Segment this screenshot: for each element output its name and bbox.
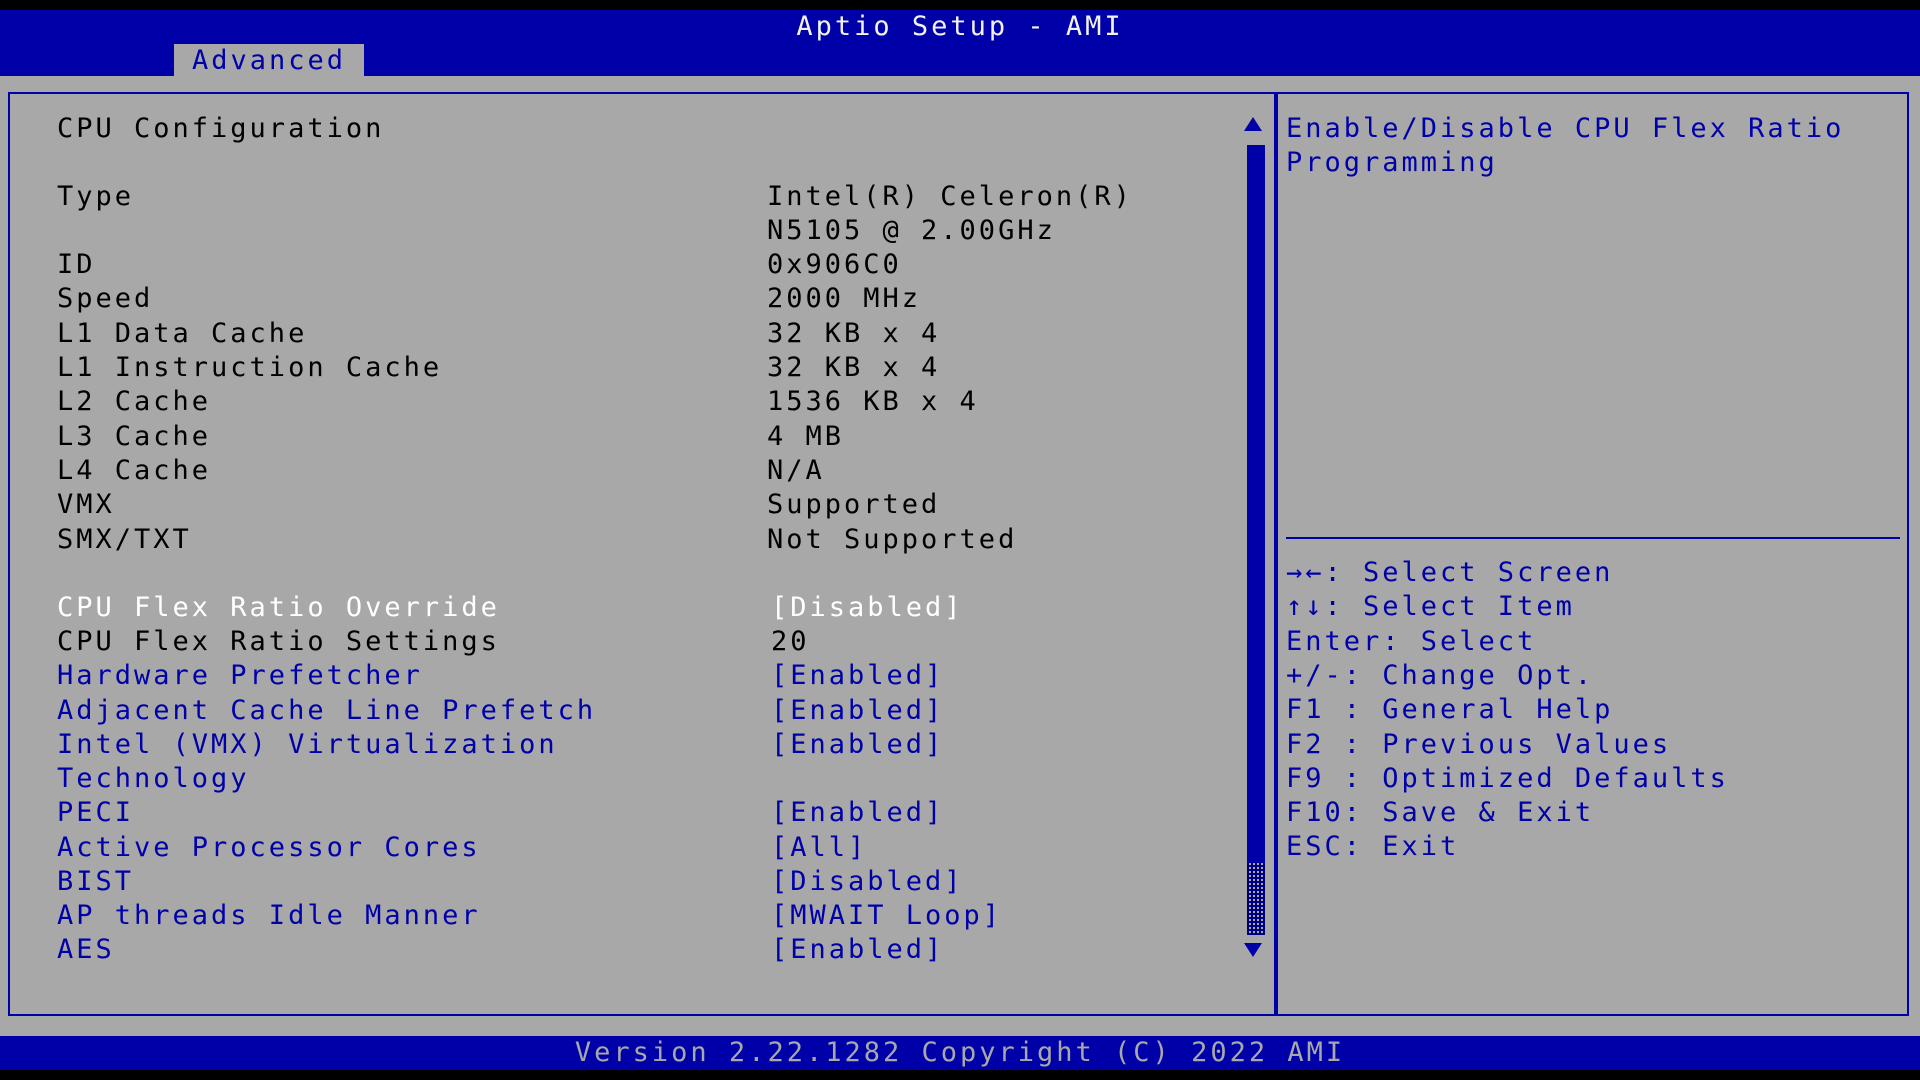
info-label-speed: Speed (57, 283, 154, 314)
info-label-smx-txt: SMX/TXT (57, 524, 192, 555)
status-bar: Version 2.22.1282 Copyright (C) 2022 AMI (0, 1036, 1920, 1070)
option-adjacent-cache-line-prefetch-value[interactable]: [Enabled] (771, 694, 944, 728)
option-peci[interactable]: PECI (57, 796, 134, 830)
app-title: Aptio Setup - AMI (796, 11, 1124, 42)
info-value-l1-instruction-cache: 32 KB x 4 (767, 352, 941, 383)
info-value-speed: 2000 MHz (767, 283, 922, 314)
info-label-l4-cache: L4 Cache (57, 455, 212, 486)
key-hint-esc: ESC: Exit (1286, 831, 1460, 862)
option-cpu-flex-ratio-settings-value: 20 (771, 626, 810, 657)
info-label-vmx: VMX (57, 489, 115, 520)
info-label-id: ID (57, 249, 96, 280)
key-hint-select-screen: →←: Select Screen (1286, 557, 1614, 588)
option-cpu-flex-ratio-override[interactable]: CPU Flex Ratio Override (57, 591, 500, 625)
scroll-down-arrow-icon[interactable] (1244, 943, 1262, 957)
option-aes-value[interactable]: [Enabled] (771, 933, 944, 967)
option-hardware-prefetcher-value[interactable]: [Enabled] (771, 659, 944, 693)
scroll-up-arrow-icon[interactable] (1244, 117, 1262, 131)
info-value-l3-cache: 4 MB (767, 421, 845, 452)
info-value-l2-cache: 1536 KB x 4 (767, 386, 979, 417)
option-bist[interactable]: BIST (57, 865, 134, 899)
info-value-l1-data-cache: 32 KB x 4 (767, 318, 941, 349)
option-active-processor-cores-value[interactable]: [All] (771, 831, 867, 865)
option-cpu-flex-ratio-override-value[interactable]: [Disabled] (771, 591, 964, 625)
info-value-type-line2: N5105 @ 2.00GHz (767, 215, 1056, 246)
option-ap-threads-idle-manner[interactable]: AP threads Idle Manner (57, 899, 481, 933)
help-divider (1286, 537, 1900, 539)
key-hint-f2: F2 : Previous Values (1286, 729, 1672, 760)
key-hint-enter: Enter: Select (1286, 626, 1537, 657)
settings-panel (8, 92, 1276, 1016)
option-bist-value[interactable]: [Disabled] (771, 865, 964, 899)
key-hint-f9: F9 : Optimized Defaults (1286, 763, 1729, 794)
option-intel-vmx-virtualization-line2[interactable]: Technology (57, 762, 250, 796)
option-intel-vmx-virtualization[interactable]: Intel (VMX) Virtualization (57, 728, 558, 762)
help-panel (1275, 92, 1909, 1016)
info-label-l3-cache: L3 Cache (57, 421, 212, 452)
option-active-processor-cores[interactable]: Active Processor Cores (57, 831, 481, 865)
key-hint-f1: F1 : General Help (1286, 694, 1614, 725)
scrollbar-thumb[interactable] (1247, 145, 1265, 863)
version-text: Version 2.22.1282 Copyright (C) 2022 AMI (574, 1037, 1346, 1068)
key-hint-change-opt: +/-: Change Opt. (1286, 660, 1595, 691)
option-intel-vmx-virtualization-value[interactable]: [Enabled] (771, 728, 944, 762)
help-description: Enable/Disable CPU Flex Ratio Programmin… (1286, 113, 1845, 178)
key-hint-f10: F10: Save & Exit (1286, 797, 1595, 828)
option-ap-threads-idle-manner-value[interactable]: [MWAIT Loop] (771, 899, 1002, 933)
tab-advanced[interactable]: Advanced (174, 44, 364, 76)
info-label-type: Type (57, 181, 135, 212)
page-title: CPU Configuration (57, 113, 385, 144)
info-value-vmx: Supported (767, 489, 941, 520)
info-label-l2-cache: L2 Cache (57, 386, 212, 417)
info-value-smx-txt: Not Supported (767, 524, 1018, 555)
info-label-l1-data-cache: L1 Data Cache (57, 318, 308, 349)
title-bar: Aptio Setup - AMI Advanced (0, 10, 1920, 76)
info-value-id: 0x906C0 (767, 249, 902, 280)
option-cpu-flex-ratio-settings: CPU Flex Ratio Settings (57, 626, 500, 657)
option-hardware-prefetcher[interactable]: Hardware Prefetcher (57, 659, 423, 693)
key-hint-select-item: ↑↓: Select Item (1286, 591, 1575, 622)
info-label-l1-instruction-cache: L1 Instruction Cache (57, 352, 443, 383)
option-aes[interactable]: AES (57, 933, 115, 967)
info-value-l4-cache: N/A (767, 455, 825, 486)
option-peci-value[interactable]: [Enabled] (771, 796, 944, 830)
info-value-type: Intel(R) Celeron(R) (767, 181, 1133, 212)
option-adjacent-cache-line-prefetch[interactable]: Adjacent Cache Line Prefetch (57, 694, 596, 728)
